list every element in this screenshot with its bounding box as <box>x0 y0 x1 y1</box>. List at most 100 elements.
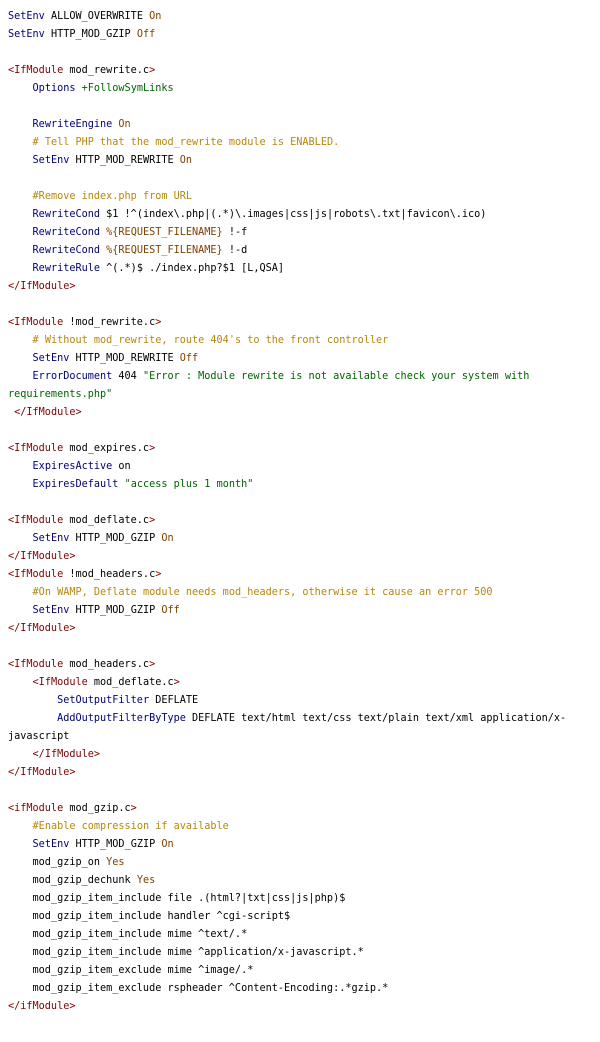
string-token: +FollowSymLinks <box>81 83 174 94</box>
code-line: <IfModule mod_deflate.c> <box>8 512 594 530</box>
code-line: javascript <box>8 728 594 746</box>
tag-token: </IfModule> <box>32 749 101 760</box>
tag-token: </IfModule> <box>8 623 76 634</box>
text-token: mod_expires.c <box>63 443 150 454</box>
text-token: HTTP_MOD_REWRITE <box>69 353 180 364</box>
tag-token: </IfModule> <box>8 767 76 778</box>
code-line: mod_gzip_dechunk Yes <box>8 872 594 890</box>
text-token: HTTP_MOD_GZIP <box>69 839 162 850</box>
code-line: <IfModule mod_expires.c> <box>8 440 594 458</box>
text-token: DEFLATE text/html text/css text/plain te… <box>185 713 567 724</box>
directive-token: SetEnv <box>8 29 45 40</box>
code-line: RewriteRule ^(.*)$ ./index.php?$1 [L,QSA… <box>8 260 594 278</box>
code-line: AddOutputFilterByType DEFLATE text/html … <box>8 710 594 728</box>
code-line: mod_gzip_item_include file .(html?|txt|c… <box>8 890 594 908</box>
code-line: # Tell PHP that the mod_rewrite module i… <box>8 134 594 152</box>
directive-token: Options <box>32 83 76 94</box>
text-token: javascript <box>8 731 70 742</box>
code-line: #Enable compression if available <box>8 818 594 836</box>
value-token: Off <box>161 605 180 616</box>
text-token: mod_gzip_item_include handler ^cgi-scrip… <box>8 911 291 922</box>
tag-token: > <box>149 659 156 670</box>
value-token: Off <box>179 353 199 364</box>
text-token: mod_deflate.c <box>63 515 150 526</box>
code-line: </IfModule> <box>8 620 594 638</box>
code-line: mod_gzip_item_include handler ^cgi-scrip… <box>8 908 594 926</box>
text-token: mod_gzip_item_include mime ^text/.* <box>8 929 248 940</box>
directive-token: SetOutputFilter <box>57 695 150 706</box>
text-token: 404 <box>112 371 143 382</box>
directive-token: ExpiresDefault <box>32 479 119 490</box>
code-line: ErrorDocument 404 "Error : Module rewrit… <box>8 368 594 386</box>
value-token: On <box>118 119 131 130</box>
value-token: Off <box>136 29 156 40</box>
comment-token: #Remove index.php from URL <box>32 191 193 202</box>
directive-token: SetEnv <box>32 839 70 850</box>
code-line: ExpiresDefault "access plus 1 month" <box>8 476 594 494</box>
text-token: on <box>112 461 131 472</box>
string-token: "Error : Module rewrite is not available… <box>142 371 530 382</box>
directive-token: SetEnv <box>8 11 45 22</box>
tag-token: <IfModule <box>32 677 88 688</box>
tag-token: > <box>155 569 162 580</box>
text-token: ALLOW_OVERWRITE <box>44 11 150 22</box>
tag-token: > <box>155 317 162 328</box>
text-token: mod_rewrite.c <box>63 65 150 76</box>
code-line: SetOutputFilter DEFLATE <box>8 692 594 710</box>
value-token: %{REQUEST_FILENAME} <box>106 245 223 256</box>
text-token: mod_gzip_item_include mime ^application/… <box>8 947 364 958</box>
code-block: SetEnv ALLOW_OVERWRITE On SetEnv HTTP_MOD… <box>8 8 594 1016</box>
value-token: On <box>179 155 193 166</box>
tag-token: <IfModule <box>8 443 64 454</box>
text-token: DEFLATE <box>149 695 199 706</box>
tag-token: </IfModule> <box>8 281 76 292</box>
text-token: mod_headers.c <box>63 659 150 670</box>
code-line: # Without mod_rewrite, route 404's to th… <box>8 332 594 350</box>
directive-token: AddOutputFilterByType <box>57 713 186 724</box>
code-line: SetEnv HTTP_MOD_GZIP On <box>8 836 594 854</box>
value-token: On <box>161 533 174 544</box>
text-token: HTTP_MOD_GZIP <box>44 29 137 40</box>
code-line: RewriteCond %{REQUEST_FILENAME} !-f <box>8 224 594 242</box>
tag-token: <IfModule <box>8 659 64 670</box>
text-token: mod_gzip_item_include file .(html?|txt|c… <box>8 893 346 904</box>
tag-token: </ifModule> <box>8 1001 76 1012</box>
tag-token: <ifModule <box>8 803 64 814</box>
code-line: requirements.php" <box>8 386 594 404</box>
code-line: Options +FollowSymLinks <box>8 80 594 98</box>
code-line: mod_gzip_on Yes <box>8 854 594 872</box>
code-line: RewriteEngine On <box>8 116 594 134</box>
code-line: <IfModule mod_headers.c> <box>8 656 594 674</box>
code-line: <IfModule !mod_headers.c> <box>8 566 594 584</box>
tag-token: <IfModule <box>8 569 64 580</box>
directive-token: RewriteCond <box>32 227 101 238</box>
code-line: <IfModule mod_deflate.c> <box>8 674 594 692</box>
tag-token: > <box>173 677 180 688</box>
code-line: SetEnv HTTP_MOD_GZIP Off <box>8 602 594 620</box>
code-line: <IfModule mod_rewrite.c> <box>8 62 594 80</box>
text-token: HTTP_MOD_GZIP <box>69 533 162 544</box>
text-token: mod_gzip_item_exclude rspheader ^Content… <box>8 983 389 994</box>
code-line: mod_gzip_item_include mime ^application/… <box>8 944 594 962</box>
code-line: </IfModule> <box>8 764 594 782</box>
text-token: mod_gzip_item_exclude mime ^image/.* <box>8 965 254 976</box>
comment-token: # Without mod_rewrite, route 404's to th… <box>32 335 389 346</box>
